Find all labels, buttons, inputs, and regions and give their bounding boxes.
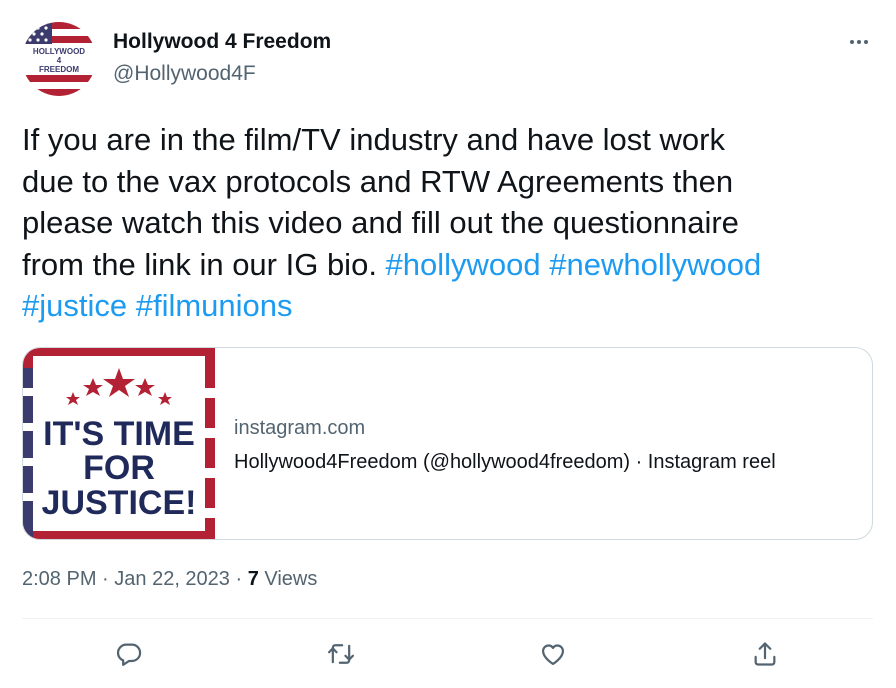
meta-separator: · <box>229 568 248 590</box>
tweet-text-line: due to the vax protocols and RTW Agreeme… <box>22 163 734 199</box>
poster-text-line-1: IT'S TIME <box>43 415 195 453</box>
poster-text-line-2: FOR <box>83 449 155 487</box>
card-domain: instagram.com <box>234 417 366 439</box>
reply-icon <box>116 643 142 666</box>
hashtag-link-newhollywood[interactable]: #newhollywood <box>549 247 761 282</box>
link-preview-card[interactable]: IT'S TIME FOR JUSTICE! instagram.com Hol… <box>22 347 873 540</box>
author-avatar[interactable]: HOLLYWOOD 4 FREEDOM <box>22 22 96 96</box>
divider <box>22 618 873 619</box>
like-icon <box>541 644 565 666</box>
tweet-text-line-5: #justice #filmunions <box>22 285 882 327</box>
author-handle[interactable]: @Hollywood4F <box>113 62 256 86</box>
reply-button[interactable] <box>111 638 147 670</box>
meta-separator: · <box>96 568 115 590</box>
more-options-button[interactable] <box>844 30 874 54</box>
avatar-text-line-1: HOLLYWOOD <box>33 47 85 56</box>
card-thumbnail: IT'S TIME FOR JUSTICE! <box>23 348 215 539</box>
share-icon <box>754 642 776 666</box>
tweet-text-segment: from the link in our IG bio. <box>22 246 386 282</box>
flag-logo-image: HOLLYWOOD 4 FREEDOM <box>22 22 96 96</box>
retweet-button[interactable] <box>323 638 359 670</box>
hashtag-link-filmunions[interactable]: #filmunions <box>136 288 293 323</box>
like-button[interactable] <box>535 638 571 670</box>
tweet-text-line: If you are in the film/TV industry and h… <box>22 122 725 157</box>
views-label: Views <box>258 568 318 590</box>
retweet-icon <box>327 644 355 664</box>
more-horizontal-icon <box>850 40 868 44</box>
hashtag-link-justice[interactable]: #justice <box>22 288 127 323</box>
tweet-time[interactable]: 2:08 PM <box>22 568 96 590</box>
tweet: HOLLYWOOD 4 FREEDOM Hollywood 4 Freedom … <box>0 0 896 688</box>
tweet-text-line: please watch this video and fill out the… <box>22 205 739 240</box>
author-name[interactable]: Hollywood 4 Freedom <box>113 30 331 54</box>
tweet-text: If you are in the film/TV industry and h… <box>22 119 882 327</box>
tweet-text-line-4: from the link in our IG bio. #hollywood … <box>22 244 882 286</box>
avatar-text-line-3: FREEDOM <box>39 65 79 74</box>
tweet-date[interactable]: Jan 22, 2023 <box>114 568 230 590</box>
tweet-meta: 2:08 PM · Jan 22, 2023 · 7 Views <box>22 568 317 591</box>
poster-text-line-3: JUSTICE! <box>42 484 197 522</box>
avatar-text-line-2: 4 <box>57 56 62 65</box>
share-button[interactable] <box>747 638 783 670</box>
card-title: Hollywood4Freedom (@hollywood4freedom) ·… <box>234 451 776 473</box>
hashtag-link-hollywood[interactable]: #hollywood <box>386 247 541 282</box>
views-count[interactable]: 7 <box>248 568 259 590</box>
justice-poster-image: IT'S TIME FOR JUSTICE! <box>23 348 215 539</box>
